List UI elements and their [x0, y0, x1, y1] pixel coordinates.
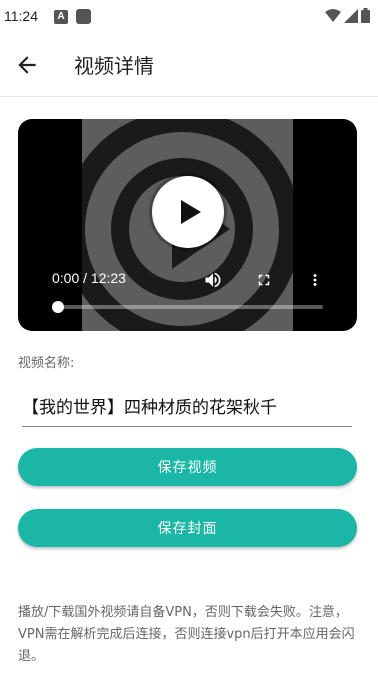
video-name-input[interactable] — [22, 388, 352, 427]
signal-icon — [344, 8, 358, 23]
more-vertical-icon[interactable] — [306, 270, 324, 290]
battery-icon — [361, 8, 370, 23]
video-name-label: 视频名称: — [18, 356, 75, 371]
page-title: 视频详情 — [74, 54, 154, 78]
seek-bar[interactable] — [58, 305, 323, 309]
status-bar: 11:24 A — [0, 0, 378, 34]
fullscreen-icon[interactable] — [255, 271, 273, 289]
save-cover-button[interactable]: 保存封面 — [18, 509, 357, 547]
arrow-left-icon[interactable] — [14, 52, 40, 78]
status-icons — [325, 8, 370, 23]
play-icon — [181, 200, 201, 224]
save-video-button[interactable]: 保存视频 — [18, 448, 357, 486]
volume-icon[interactable] — [203, 270, 223, 290]
notification-app-icon — [76, 9, 91, 24]
wifi-icon — [325, 8, 341, 22]
play-button[interactable] — [152, 176, 224, 248]
vpn-notice-text: 播放/下载国外视频请自备VPN，否则下载会失败。注意，VPN需在解析完成后连接，… — [18, 605, 355, 664]
video-time: 0:00 / 12:23 — [52, 270, 126, 286]
seek-thumb[interactable] — [52, 301, 64, 313]
app-bar: 视频详情 — [0, 34, 378, 97]
notification-a-icon: A — [54, 10, 68, 24]
status-time: 11:24 — [4, 8, 38, 24]
